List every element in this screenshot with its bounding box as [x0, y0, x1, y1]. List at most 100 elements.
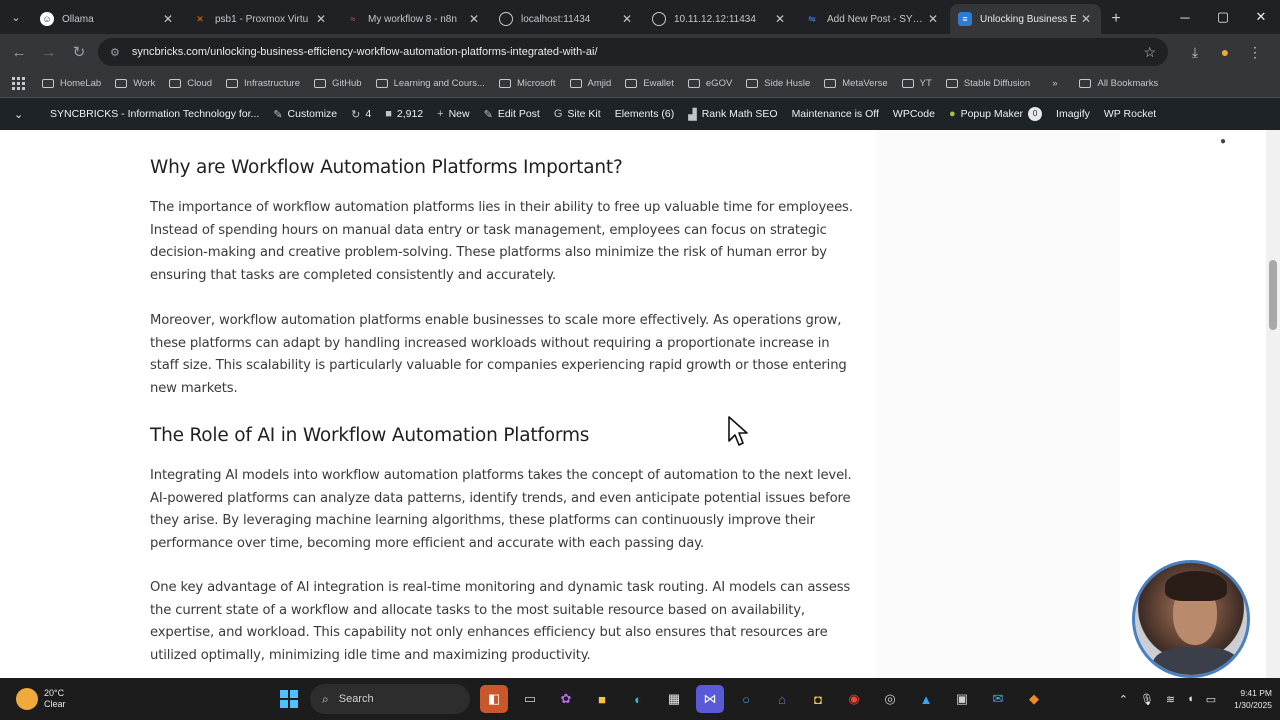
- mail-icon[interactable]: ✉: [984, 685, 1012, 713]
- cortana-icon[interactable]: ○: [732, 685, 760, 713]
- admin-popup-maker[interactable]: ● Popup Maker 0: [949, 107, 1043, 121]
- user-icon[interactable]: ●: [1220, 136, 1232, 148]
- bookmark-label: Ewallet: [643, 78, 674, 89]
- bookmark-folder[interactable]: Amjid: [569, 78, 611, 89]
- bookmark-folder[interactable]: GitHub: [314, 78, 362, 89]
- tab-label: My workflow 8 - n8n: [368, 13, 457, 25]
- obs-icon[interactable]: ◎: [876, 685, 904, 713]
- terminal-icon[interactable]: ▣: [948, 685, 976, 713]
- folder-icon: [824, 79, 837, 88]
- close-icon[interactable]: ✕: [773, 12, 787, 26]
- bookmark-folder[interactable]: YT: [901, 78, 932, 89]
- battery-icon[interactable]: ▭: [1206, 693, 1216, 706]
- tab-strip: ⌄ ☺ Ollama ✕ ✕ psb1 - Proxmox Virtu ✕ ≈ …: [0, 0, 1280, 34]
- windows-start-icon[interactable]: [280, 690, 298, 708]
- microphone-icon[interactable]: 🎙︎: [1140, 693, 1154, 706]
- tab-ollama[interactable]: ☺ Ollama ✕: [32, 4, 183, 34]
- bookmark-folder[interactable]: MetaVerse: [824, 78, 888, 89]
- task-view-icon[interactable]: ▭: [516, 685, 544, 713]
- close-icon[interactable]: ✕: [926, 12, 940, 26]
- section-heading: Why are Workflow Automation Platforms Im…: [150, 157, 623, 178]
- admin-maintenance-label: Maintenance is Off: [791, 108, 879, 120]
- minimize-icon[interactable]: ─: [1166, 0, 1204, 34]
- back-arrow-icon[interactable]: ←: [4, 37, 34, 67]
- xbox-icon[interactable]: ◘: [804, 685, 832, 713]
- tab-ip-address[interactable]: 10.11.12.12:11434 ✕: [644, 4, 795, 34]
- admin-new[interactable]: + New: [437, 108, 469, 120]
- edge-icon[interactable]: ◐: [624, 685, 652, 713]
- bookmark-folder[interactable]: HomeLab: [42, 78, 101, 89]
- new-tab-button[interactable]: +: [1103, 4, 1129, 34]
- admin-elements[interactable]: Elements (6): [615, 108, 675, 120]
- folder-icon: [115, 79, 128, 88]
- bookmarks-overflow-icon[interactable]: »: [1052, 78, 1057, 89]
- scrollbar-thumb[interactable]: [1269, 260, 1277, 330]
- admin-imagify[interactable]: Imagify: [1056, 108, 1090, 120]
- bookmark-label: MetaVerse: [842, 78, 888, 89]
- close-icon[interactable]: ✕: [1079, 12, 1093, 26]
- close-icon[interactable]: ✕: [620, 12, 634, 26]
- tab-localhost[interactable]: localhost:11434 ✕: [491, 4, 642, 34]
- page-scrollbar[interactable]: [1266, 130, 1280, 678]
- wifi-icon[interactable]: ≋: [1166, 693, 1175, 706]
- tab-n8n[interactable]: ≈ My workflow 8 - n8n ✕: [338, 4, 489, 34]
- tab-unlocking-business[interactable]: ≡ Unlocking Business E ✕: [950, 4, 1101, 34]
- bookmark-folder[interactable]: Stable Diffusion: [945, 78, 1030, 89]
- chevron-down-icon[interactable]: ⌄: [14, 108, 36, 121]
- chevron-up-icon[interactable]: ⌃: [1119, 693, 1128, 706]
- copilot-icon[interactable]: ✿: [552, 685, 580, 713]
- store-icon[interactable]: ▦: [660, 685, 688, 713]
- forward-arrow-icon[interactable]: →: [34, 37, 64, 67]
- bookmark-folder[interactable]: Learning and Cours...: [375, 78, 485, 89]
- file-explorer-icon[interactable]: ■: [588, 685, 616, 713]
- extensions-icon[interactable]: ●: [1210, 44, 1240, 61]
- bookmark-folder[interactable]: Work: [115, 78, 155, 89]
- admin-updates[interactable]: ↻ 4: [351, 108, 371, 121]
- download-icon[interactable]: ⤓: [1180, 44, 1210, 61]
- home-app-icon[interactable]: ⌂: [768, 685, 796, 713]
- close-icon[interactable]: ✕: [314, 12, 328, 26]
- apps-grid-icon[interactable]: [12, 76, 26, 91]
- more-menu-icon[interactable]: ⋮: [1240, 44, 1270, 61]
- bookmark-folder[interactable]: Microsoft: [498, 78, 556, 89]
- bookmark-folder[interactable]: Infrastructure: [226, 78, 300, 89]
- folder-icon: [226, 79, 239, 88]
- close-window-icon[interactable]: ✕: [1242, 0, 1280, 34]
- weather-widget[interactable]: 20°C Clear: [16, 688, 246, 710]
- admin-wpcode[interactable]: WPCode: [893, 108, 935, 120]
- reload-icon[interactable]: ↻: [64, 37, 94, 67]
- admin-rank-math[interactable]: ▟ Rank Math SEO: [688, 108, 777, 121]
- all-bookmarks[interactable]: All Bookmarks: [1079, 78, 1158, 89]
- bookmark-folder[interactable]: Side Husle: [746, 78, 810, 89]
- admin-maintenance[interactable]: Maintenance is Off: [792, 108, 879, 120]
- bookmark-star-icon[interactable]: ☆: [1143, 44, 1156, 61]
- close-icon[interactable]: ✕: [161, 12, 175, 26]
- maximize-icon[interactable]: ▢: [1204, 0, 1242, 34]
- admin-comments[interactable]: ■ 2,912: [385, 108, 423, 120]
- bookmark-folder[interactable]: eGOV: [687, 78, 732, 89]
- chrome-icon[interactable]: ◉: [840, 685, 868, 713]
- refresh-icon: ↻: [351, 108, 361, 121]
- volume-icon[interactable]: ◖: [1187, 693, 1194, 705]
- vlc-icon[interactable]: ◆: [1020, 685, 1048, 713]
- widgets-icon[interactable]: ◧: [480, 685, 508, 713]
- admin-site-kit[interactable]: G Site Kit: [554, 108, 601, 120]
- tab-add-new-post[interactable]: ⇋ Add New Post - SYNC ✕: [797, 4, 948, 34]
- taskbar-search[interactable]: ⌕ Search: [310, 684, 470, 714]
- visual-studio-icon[interactable]: ⋈: [696, 685, 724, 713]
- close-icon[interactable]: ✕: [467, 12, 481, 26]
- admin-site-name[interactable]: SYNCBRICKS - Information Technology for.…: [50, 108, 259, 120]
- bookmark-folder[interactable]: Cloud: [169, 78, 212, 89]
- admin-wp-rocket[interactable]: WP Rocket: [1104, 108, 1156, 120]
- admin-customize[interactable]: ✎ Customize: [273, 108, 337, 121]
- url-text[interactable]: syncbricks.com/unlocking-business-effici…: [132, 46, 1144, 58]
- bookmark-folder[interactable]: Ewallet: [625, 78, 674, 89]
- photos-icon[interactable]: ▲: [912, 685, 940, 713]
- system-clock[interactable]: 9:41 PM 1/30/2025: [1234, 687, 1272, 711]
- site-info-icon[interactable]: ⚙: [110, 46, 120, 59]
- admin-edit-post[interactable]: ✎ Edit Post: [484, 108, 540, 121]
- tab-search-menu-button[interactable]: ⌄: [0, 0, 32, 34]
- tab-proxmox[interactable]: ✕ psb1 - Proxmox Virtu ✕: [185, 4, 336, 34]
- admin-imagify-label: Imagify: [1056, 108, 1090, 120]
- address-bar[interactable]: ⚙ syncbricks.com/unlocking-business-effi…: [98, 38, 1168, 66]
